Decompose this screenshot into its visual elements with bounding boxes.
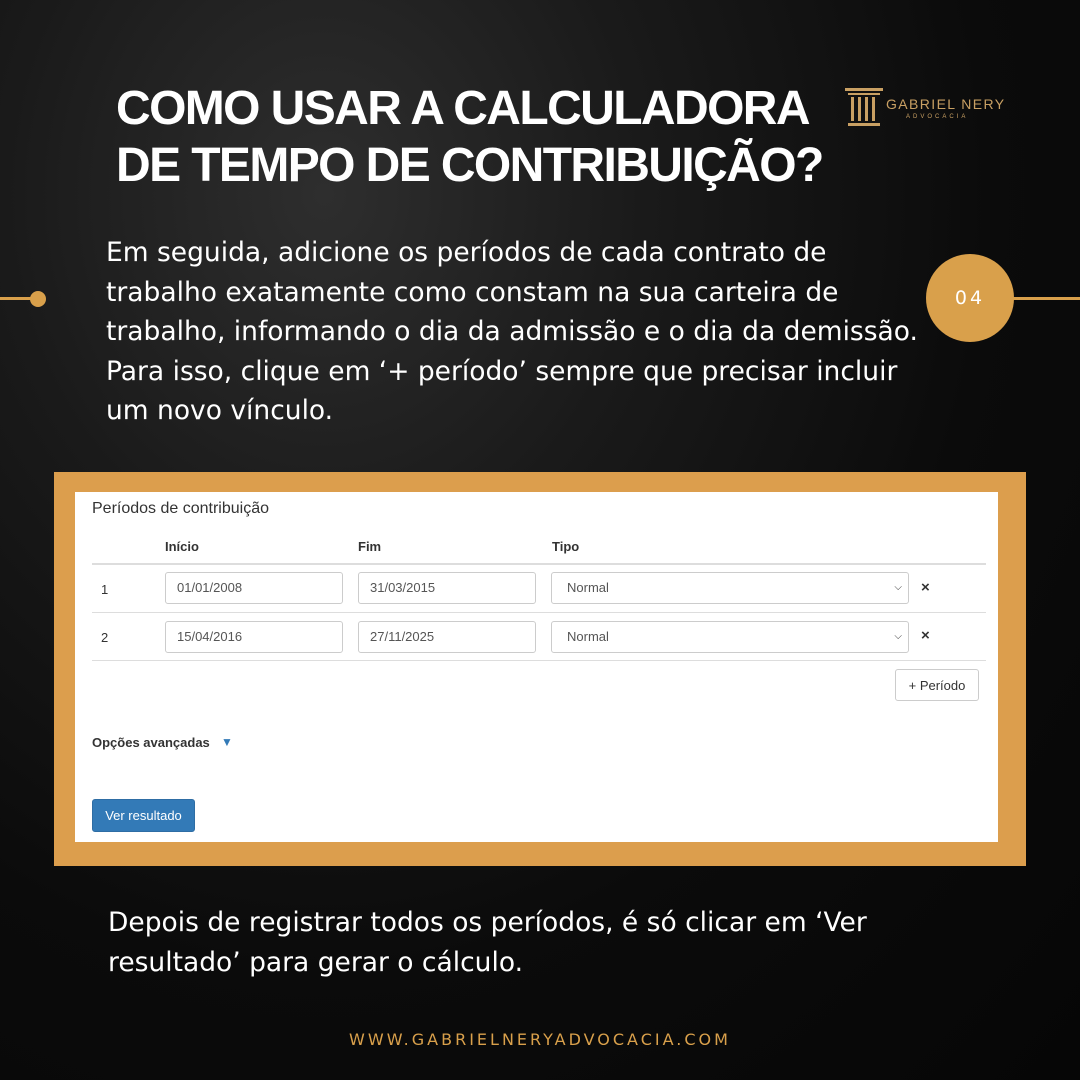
row-number: 1 (101, 582, 109, 597)
start-date-input[interactable]: 15/04/2016 (165, 621, 343, 653)
type-select[interactable]: Normal ⌵ (551, 621, 909, 653)
delete-row-icon[interactable]: × (921, 627, 930, 644)
brand-logo: GABRIEL NERY ADVOCACIA (844, 86, 1014, 130)
delete-row-icon[interactable]: × (921, 579, 930, 596)
end-date-input[interactable]: 27/11/2025 (358, 621, 536, 653)
start-date-input[interactable]: 01/01/2008 (165, 572, 343, 604)
chevron-down-icon: ⌵ (894, 582, 902, 593)
step-number-badge: 04 (926, 254, 1014, 342)
decorative-dot (30, 291, 46, 307)
row-divider (92, 660, 986, 661)
column-header-fim: Fim (358, 539, 382, 554)
outro-text: Depois de registrar todos os períodos, é… (108, 907, 867, 978)
logo-name: GABRIEL NERY (886, 96, 1006, 112)
title-line-2: DE TEMPO DE CONTRIBUIÇÃO? (116, 139, 824, 192)
add-period-button[interactable]: + Período (895, 669, 979, 701)
row-number: 2 (101, 630, 109, 645)
contribution-periods-panel: Períodos de contribuição Início Fim Tipo… (75, 492, 998, 842)
end-date-input[interactable]: 31/03/2015 (358, 572, 536, 604)
caret-down-icon[interactable]: ▼ (221, 735, 233, 749)
column-header-tipo: Tipo (552, 539, 580, 554)
pillars-icon (845, 88, 883, 126)
advanced-options-toggle[interactable]: Opções avançadas (92, 735, 210, 750)
column-header-inicio: Início (165, 539, 199, 554)
view-result-button[interactable]: Ver resultado (92, 799, 195, 832)
panel-title: Períodos de contribuição (92, 500, 269, 517)
footer-website: WWW.GABRIELNERYADVOCACIA.COM (349, 1030, 731, 1049)
row-divider (92, 612, 986, 613)
decorative-line-right (1010, 297, 1080, 300)
type-select-value: Normal (567, 629, 609, 644)
logo-subtitle: ADVOCACIA (906, 114, 969, 120)
type-select-value: Normal (567, 580, 609, 595)
title-line-1: COMO USAR A CALCULADORA (116, 82, 811, 135)
table-header-divider (92, 563, 986, 565)
type-select[interactable]: Normal ⌵ (551, 572, 909, 604)
intro-text: Em seguida, adicione os períodos de cada… (106, 237, 918, 426)
chevron-down-icon: ⌵ (894, 631, 902, 642)
page-title: COMO USAR A CALCULADORA DE TEMPO DE CONT… (116, 80, 846, 194)
